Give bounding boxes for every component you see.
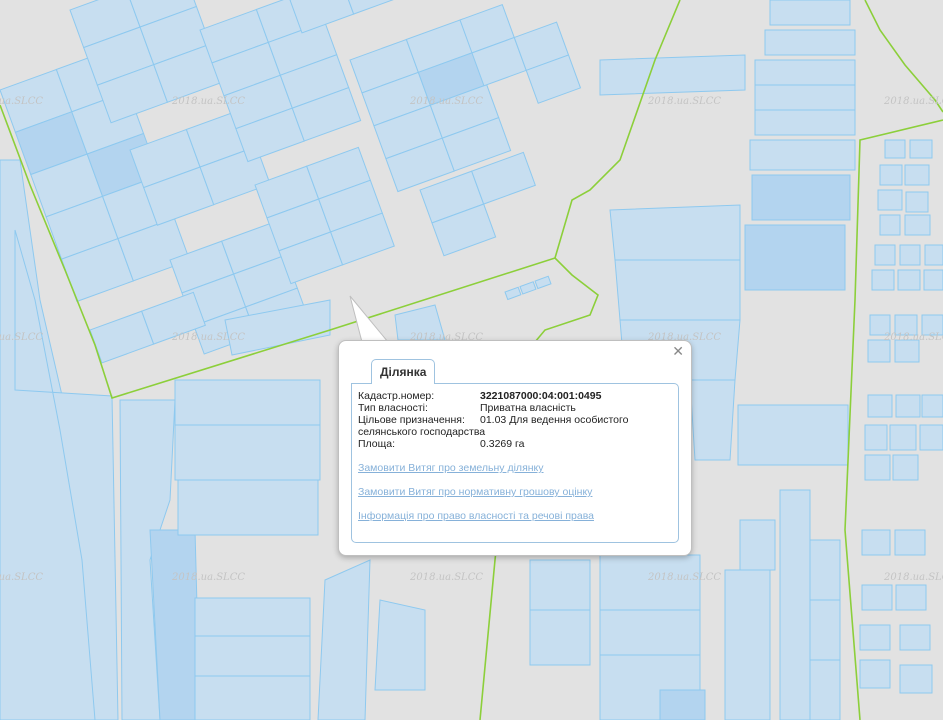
area-value: 0.3269 га: [480, 438, 525, 450]
order-valuation-extract-link[interactable]: Замовити Витяг про нормативну грошову оц…: [358, 486, 592, 498]
parcel-info-panel: Кадастр.номер: 3221087000:04:001:0495 Ти…: [351, 383, 679, 543]
parcel-attributes: Кадастр.номер: 3221087000:04:001:0495 Ти…: [358, 390, 672, 450]
purpose-value: 01.03 Для ведення особистого: [480, 414, 629, 426]
cadastre-label: Кадастр.номер:: [358, 390, 435, 402]
svg-text:2018.ua.SLCC: 2018.ua.SLCC: [883, 572, 943, 583]
cadastre-value: 3221087000:04:001:0495: [480, 390, 602, 402]
svg-text:2018.ua.SLCC: 2018.ua.SLCC: [883, 96, 943, 107]
order-land-extract-link[interactable]: Замовити Витяг про земельну ділянку: [358, 462, 544, 474]
svg-text:2018.ua.SLCC: 2018.ua.SLCC: [0, 96, 43, 107]
svg-text:2018.ua.SLCC: 2018.ua.SLCC: [0, 572, 43, 583]
ownership-row: Тип власності: Приватна власність: [358, 402, 672, 414]
ownership-label: Тип власності:: [358, 402, 428, 414]
tab-parcel[interactable]: Ділянка: [371, 359, 436, 384]
svg-text:2018.ua.SLCC: 2018.ua.SLCC: [409, 572, 483, 583]
popup-pointer: [349, 295, 394, 346]
svg-text:2018.ua.SLCC: 2018.ua.SLCC: [0, 332, 43, 343]
area-row: Площа: 0.3269 га: [358, 438, 672, 450]
svg-text:2018.ua.SLCC: 2018.ua.SLCC: [171, 332, 245, 343]
svg-text:2018.ua.SLCC: 2018.ua.SLCC: [409, 96, 483, 107]
svg-text:2018.ua.SLCC: 2018.ua.SLCC: [883, 332, 943, 343]
svg-text:2018.ua.SLCC: 2018.ua.SLCC: [647, 96, 721, 107]
purpose-value-continuation: селянського господарства: [358, 426, 486, 438]
ownership-rights-info-link[interactable]: Інформація про право власності та речові…: [358, 510, 594, 522]
svg-text:2018.ua.SLCC: 2018.ua.SLCC: [171, 572, 245, 583]
purpose-row: Цільове призначення: 01.03 Для ведення о…: [358, 414, 672, 426]
ownership-value: Приватна власність: [480, 402, 576, 414]
area-label: Площа:: [358, 438, 396, 450]
cadastre-row: Кадастр.номер: 3221087000:04:001:0495: [358, 390, 672, 402]
svg-text:2018.ua.SLCC: 2018.ua.SLCC: [647, 572, 721, 583]
svg-text:2018.ua.SLCC: 2018.ua.SLCC: [171, 96, 245, 107]
purpose-label: Цільове призначення:: [358, 414, 465, 426]
parcel-info-popup: ✕ Ділянка Кадастр.номер: 3221087000:04:0…: [338, 340, 692, 556]
close-icon[interactable]: ✕: [672, 345, 684, 359]
